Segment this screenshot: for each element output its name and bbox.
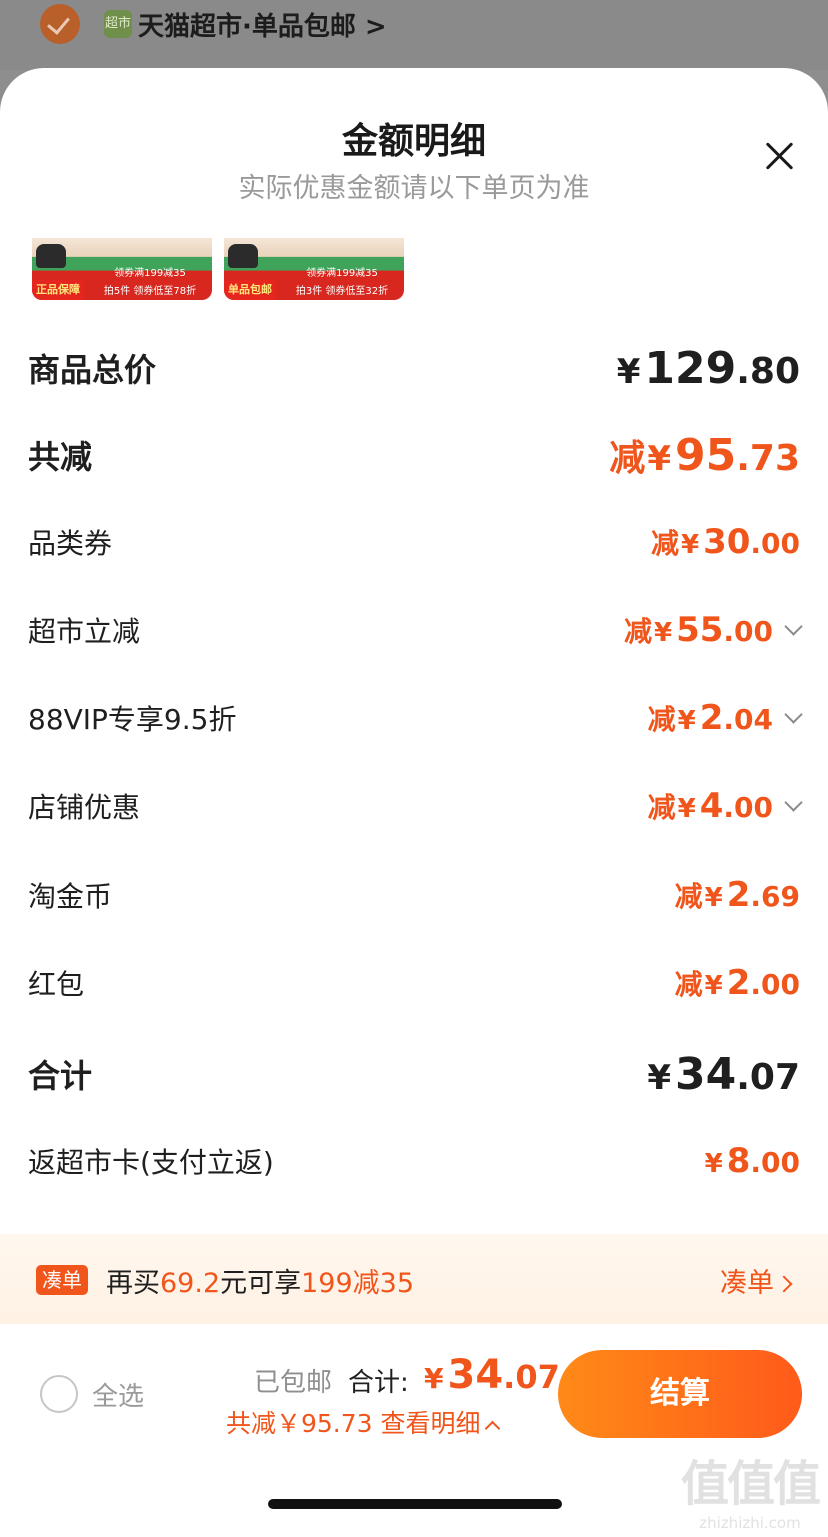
row-red-packet: 红包 减 ¥2.00	[28, 953, 800, 1013]
row-grand-total: 合计 ¥34.07	[28, 1044, 800, 1104]
row-store-discount[interactable]: 店铺优惠 减 ¥4.00	[28, 776, 803, 836]
chevron-down-icon[interactable]	[784, 793, 803, 812]
add-on-link[interactable]: 凑单	[720, 1261, 793, 1300]
store-name-link[interactable]: 天猫超市·单品包邮 >	[138, 6, 387, 43]
row-supermarket-instant-discount[interactable]: 超市立减 减 ¥55.00	[28, 600, 803, 660]
row-label: 商品总价	[28, 351, 157, 389]
checkout-button[interactable]: 结算	[558, 1350, 802, 1438]
select-all-label[interactable]: 全选	[92, 1376, 144, 1413]
row-label: 返超市卡(支付立返)	[28, 1146, 274, 1179]
product-badge: 单品包邮	[224, 280, 276, 300]
row-total-discount: 共减 减 ¥95.73	[28, 425, 800, 485]
sheet-title: 金额明细	[341, 121, 486, 162]
product-promo-text: 领券满199减35	[306, 268, 378, 279]
row-amount: 减 ¥2.00	[674, 963, 800, 1003]
supermarket-store-icon: 超市	[104, 10, 132, 38]
row-amount: 减 ¥30.00	[650, 522, 800, 562]
amount-detail-sheet: 金额明细 实际优惠金额请以下单页为准 领券满199减35 正品保障 拍5件 领券…	[0, 68, 828, 1537]
checkout-bar: 全选 已包邮 合计: ¥34.07 共减￥95.73 查看明细 结算 值值值 z…	[0, 1324, 828, 1537]
sheet-subtitle: 实际优惠金额请以下单页为准	[238, 173, 590, 204]
row-label: 合计	[28, 1057, 93, 1095]
free-shipping-label: 已包邮	[254, 1368, 333, 1398]
row-taojinbi: 淘金币 减 ¥2.69	[28, 865, 800, 925]
row-88vip-discount[interactable]: 88VIP专享9.5折 减 ¥2.04	[28, 688, 803, 748]
row-amount: ¥34.07	[647, 1048, 800, 1100]
row-amount: 减 ¥55.00	[624, 610, 803, 650]
product-thumbnail[interactable]: 领券满199减35 单品包邮 拍3件 领券低至32折	[224, 238, 404, 300]
row-label: 88VIP专享9.5折	[28, 703, 237, 736]
row-amount: ¥8.00	[704, 1141, 800, 1181]
chevron-down-icon[interactable]	[784, 705, 803, 724]
row-label: 超市立减	[28, 615, 141, 648]
add-on-tag: 凑单	[36, 1265, 88, 1295]
row-label: 店铺优惠	[28, 791, 141, 824]
add-on-promo-text: 再买69.2元可享199减35	[106, 1268, 415, 1299]
row-label: 品类券	[28, 527, 113, 560]
home-indicator[interactable]	[268, 1499, 562, 1509]
tmall-mascot-icon	[228, 244, 258, 268]
chevron-right-icon	[775, 1275, 793, 1293]
product-promo-text: 领券满199减35	[114, 268, 186, 279]
tmall-mascot-icon	[36, 244, 66, 268]
chevron-up-icon	[484, 1420, 500, 1437]
checked-icon[interactable]	[40, 4, 80, 44]
row-label: 红包	[28, 968, 85, 1001]
background-cart-header: 超市 天猫超市·单品包邮 >	[0, 0, 828, 70]
row-amount: ¥129.80	[616, 342, 800, 394]
view-details-link[interactable]: 查看明细	[381, 1409, 500, 1438]
row-amount: 减 ¥95.73	[609, 430, 800, 481]
product-promo-text: 拍3件 领券低至32折	[295, 286, 389, 297]
chevron-down-icon[interactable]	[784, 617, 803, 636]
saved-summary: 共减￥95.73 查看明细	[226, 1404, 500, 1440]
row-supermarket-card-cashback: 返超市卡(支付立返) ¥8.00	[28, 1131, 800, 1191]
row-label: 共减	[28, 438, 93, 476]
row-amount: 减 ¥2.69	[674, 875, 800, 915]
row-amount: 减 ¥4.00	[648, 786, 803, 826]
watermark-logo: 值值值 zhizhizhi.com	[680, 1456, 821, 1532]
product-thumbnail[interactable]: 领券满199减35 正品保障 拍5件 领券低至78折	[32, 238, 212, 300]
product-badge: 正品保障	[32, 280, 84, 300]
row-category-coupon: 品类券 减 ¥30.00	[28, 512, 800, 572]
row-goods-total: 商品总价 ¥129.80	[28, 338, 800, 398]
row-amount: 减 ¥2.04	[648, 698, 803, 738]
total-label: 合计:	[348, 1368, 409, 1398]
select-all-radio[interactable]	[40, 1375, 78, 1413]
add-on-promo-bar: 凑单 再买69.2元可享199减35 凑单	[0, 1234, 828, 1324]
product-promo-text: 拍5件 领券低至78折	[103, 286, 197, 297]
total-amount: ¥34.07	[424, 1352, 560, 1398]
close-icon[interactable]	[758, 134, 802, 178]
row-label: 淘金币	[28, 880, 113, 913]
